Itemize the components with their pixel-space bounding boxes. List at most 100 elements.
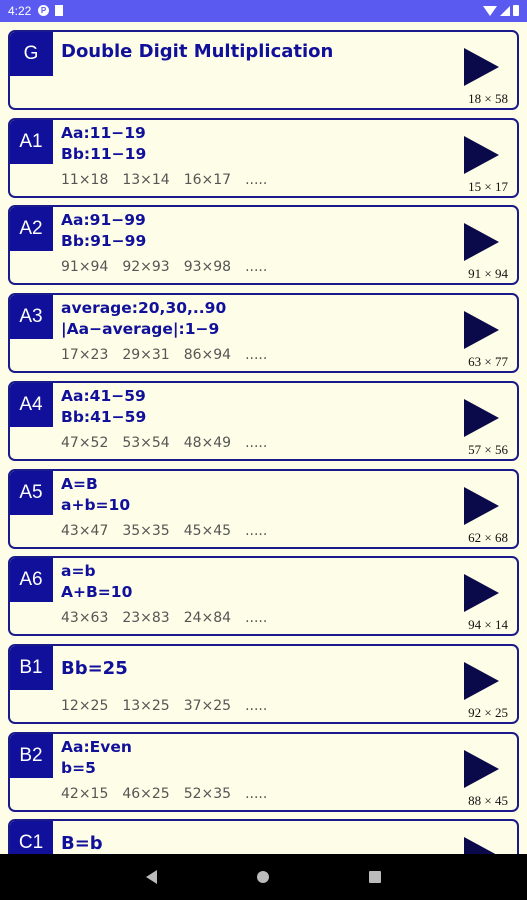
sd-card-icon — [55, 5, 63, 16]
exercise-card-c1[interactable]: C1 B=b — [8, 819, 519, 854]
rule-line: A+B=10 — [61, 583, 133, 602]
example-problem: 42×15 — [61, 785, 109, 802]
level-badge: A5 — [10, 470, 53, 515]
example-problem: 17×23 — [61, 347, 109, 364]
example-problem: 48×49 — [183, 434, 232, 451]
example-problems: 12×25 13×25 37×25..... — [61, 698, 281, 714]
exercise-card-a5[interactable]: A5 A=B a+b=10 43×47 35×35 45×45..... 62 × 68 — [8, 468, 519, 549]
example-problem: ..... — [245, 697, 268, 714]
sample-problem: 88 × 45 — [468, 792, 508, 808]
example-problem: 92×93 — [122, 259, 170, 276]
rule-line: Bb:11−19 — [61, 144, 147, 163]
level-badge: C1 — [10, 821, 53, 854]
sample-problem: 91 × 94 — [468, 266, 508, 282]
rule-line: a=b — [61, 562, 96, 581]
level-badge: G — [10, 32, 53, 76]
play-icon[interactable] — [464, 837, 499, 854]
play-icon[interactable] — [464, 574, 499, 613]
play-icon[interactable] — [464, 48, 499, 86]
signal-icon — [500, 5, 510, 16]
exercise-card-a6[interactable]: A6 a=b A+B=10 43×63 23×83 24×84..... 94 × 14 — [8, 556, 519, 637]
play-icon[interactable] — [464, 749, 499, 788]
exercise-card-a2[interactable]: A2 Aa:91−99 Bb:91−99 91×94 92×93 93×98..... 91… — [8, 205, 519, 286]
rule-line: Aa:91−99 — [61, 211, 146, 230]
example-problem: 91×94 — [61, 259, 109, 276]
example-problem: 11×18 — [61, 171, 109, 188]
sample-problem: 94 × 14 — [468, 617, 508, 633]
example-problems: 17×23 29×31 86×94..... — [61, 347, 281, 363]
level-badge: A1 — [10, 119, 53, 164]
example-problem: 45×45 — [183, 522, 232, 539]
example-problem: ..... — [245, 171, 268, 188]
example-problem: 13×25 — [122, 697, 170, 714]
rule-line: Aa:Even — [61, 737, 132, 756]
example-problem: 46×25 — [122, 785, 170, 802]
rule-line: Bb:41−59 — [61, 407, 147, 426]
play-icon[interactable] — [464, 398, 499, 437]
example-problem: 53×54 — [122, 434, 170, 451]
example-problems: 91×94 92×93 93×98..... — [61, 259, 281, 275]
example-problem: 43×47 — [61, 522, 109, 539]
rule-line: |Aa−average|:1−9 — [61, 320, 220, 339]
level-badge: A2 — [10, 207, 53, 252]
play-icon[interactable] — [464, 223, 499, 262]
navigation-bar — [0, 854, 527, 900]
level-badge: A6 — [10, 558, 53, 603]
example-problem: 35×35 — [122, 522, 170, 539]
recents-icon[interactable] — [369, 871, 381, 883]
example-problem: 29×31 — [122, 347, 170, 364]
play-icon[interactable] — [464, 661, 499, 700]
rule-line: Double Digit Multiplication — [61, 41, 334, 62]
level-badge: A3 — [10, 295, 53, 340]
example-problem: 52×35 — [183, 785, 232, 802]
example-problems: 42×15 46×25 52×35..... — [61, 786, 281, 802]
example-problem: ..... — [245, 785, 268, 802]
example-problems: 43×63 23×83 24×84..... — [61, 610, 281, 626]
level-badge: A4 — [10, 382, 53, 427]
exercise-card-g[interactable]: G Double Digit Multiplication 18 × 58 — [8, 30, 519, 110]
exercise-card-b1[interactable]: B1 Bb=25 12×25 13×25 37×25..... 92 × 25 — [8, 643, 519, 724]
example-problem: ..... — [245, 522, 268, 539]
example-problem: ..... — [245, 259, 268, 276]
sample-problem: 57 × 56 — [468, 441, 508, 457]
exercise-list[interactable]: G Double Digit Multiplication 18 × 58 A1 Aa:… — [0, 22, 527, 854]
sample-problem: 62 × 68 — [468, 529, 508, 545]
example-problem: ..... — [245, 347, 268, 364]
home-icon[interactable] — [257, 871, 269, 883]
exercise-card-a3[interactable]: A3 average:20,30,..90 |Aa−average|:1−9 17×2… — [8, 293, 519, 374]
rule-line: Aa:41−59 — [61, 386, 146, 405]
exercise-card-b2[interactable]: B2 Aa:Even b=5 42×15 46×25 52×35..... 88 × 45 — [8, 731, 519, 812]
level-badge: B1 — [10, 645, 53, 690]
rule-line: b=5 — [61, 758, 96, 777]
sample-problem: 15 × 17 — [468, 178, 508, 194]
example-problem: 43×63 — [61, 610, 109, 627]
example-problem: 24×84 — [183, 610, 232, 627]
battery-icon — [513, 5, 519, 16]
exercise-card-a4[interactable]: A4 Aa:41−59 Bb:41−59 47×52 53×54 48×49..... 57… — [8, 380, 519, 461]
back-icon[interactable] — [146, 870, 157, 884]
rule-line: A=B — [61, 474, 98, 493]
rule-line: a+b=10 — [61, 495, 131, 514]
play-icon[interactable] — [464, 311, 499, 350]
notification-p-icon: P — [38, 5, 49, 16]
example-problem: 12×25 — [61, 697, 109, 714]
status-bar: 4:22 P — [0, 0, 527, 22]
status-time: 4:22 — [8, 4, 32, 18]
rule-line: Bb:91−99 — [61, 232, 147, 251]
example-problem: 47×52 — [61, 434, 109, 451]
sample-problem: 92 × 25 — [468, 704, 508, 720]
rule-line: B=b — [61, 833, 103, 854]
example-problem: 16×17 — [183, 171, 232, 188]
example-problem: ..... — [245, 610, 268, 627]
play-icon[interactable] — [464, 135, 499, 174]
example-problem: 23×83 — [122, 610, 170, 627]
wifi-icon — [483, 5, 497, 16]
play-icon[interactable] — [464, 486, 499, 525]
sample-problem: 63 × 77 — [468, 354, 508, 370]
exercise-card-a1[interactable]: A1 Aa:11−19 Bb:11−19 11×18 13×14 16×17..... 15… — [8, 117, 519, 198]
example-problem: 86×94 — [183, 347, 232, 364]
status-icons — [483, 5, 519, 16]
example-problem: 13×14 — [122, 171, 170, 188]
example-problem: ..... — [245, 434, 268, 451]
rule-line: Aa:11−19 — [61, 123, 146, 142]
